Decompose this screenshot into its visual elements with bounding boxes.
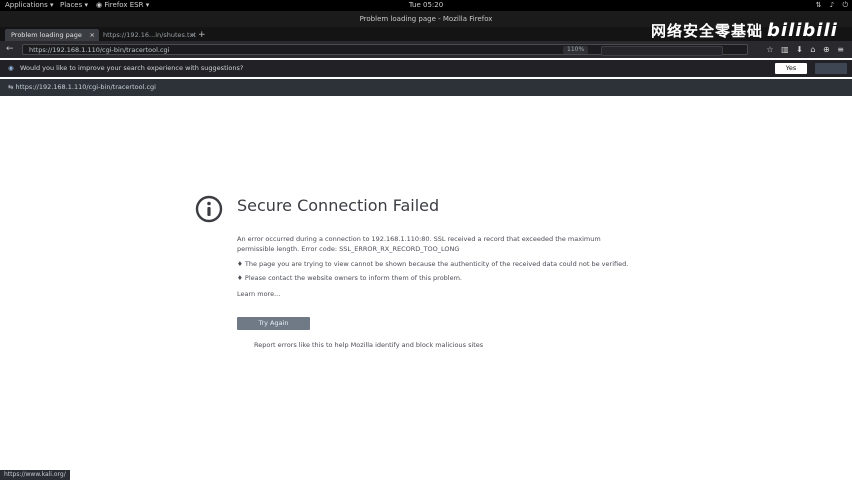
error-description: An error occurred during a connection to… xyxy=(237,235,601,253)
navigation-bar: ← https://192.168.1.110/cgi-bin/tracerto… xyxy=(0,41,852,58)
back-button[interactable]: ← xyxy=(6,41,14,58)
watermark-text: 网络安全零基础 xyxy=(651,22,764,40)
places-menu[interactable]: Places ▾ xyxy=(60,0,88,11)
download-icon[interactable]: ⬇ xyxy=(796,45,803,54)
tab-label: https://192.16...in/shutes.txt xyxy=(103,31,196,39)
search-suggestion-bar: ◉ Would you like to improve your search … xyxy=(0,60,852,77)
info-circle-icon xyxy=(195,195,223,223)
close-tab-icon[interactable]: × xyxy=(90,29,95,41)
tab-shutes[interactable]: https://192.16...in/shutes.txt × xyxy=(97,29,200,41)
watermark: 网络安全零基础 bilibili xyxy=(651,20,838,41)
error-bullet: ♦ Please contact the website owners to i… xyxy=(237,274,462,282)
system-tray[interactable]: ⇅ ♪ ⏻ xyxy=(810,0,848,11)
url-bar[interactable]: https://192.168.1.110/cgi-bin/tracertool… xyxy=(22,44,748,56)
suggestion-question: Would you like to improve your search ex… xyxy=(20,64,244,72)
extension-icon[interactable]: ⊕ xyxy=(823,45,830,54)
firefox-app-menu[interactable]: ◉ Firefox ESR ▾ xyxy=(96,0,149,11)
power-icon: ⏻ xyxy=(842,1,848,9)
toolbar-icons: ☆ ▥ ⬇ ⌂ ⊕ ≡ xyxy=(761,41,844,58)
volume-icon: ♪ xyxy=(829,1,835,9)
app-label: Firefox ESR xyxy=(104,1,144,9)
address-history-bar: ⇆ https://192.168.1.110/cgi-bin/tracerto… xyxy=(0,79,852,96)
top-panel: Tue 05:20 Applications ▾ Places ▾ ◉ Fire… xyxy=(0,0,852,11)
window-title: Problem loading page - Mozilla Firefox xyxy=(359,15,493,23)
bookmark-star-icon[interactable]: ☆ xyxy=(766,45,773,54)
bullet-text: The page you are trying to view cannot b… xyxy=(244,260,629,268)
history-url: https://192.168.1.110/cgi-bin/tracertool… xyxy=(15,83,156,91)
bullet-text: Please contact the website owners to inf… xyxy=(244,274,462,282)
learn-more-link[interactable]: Learn more... xyxy=(237,290,280,298)
zoom-indicator[interactable]: 110% xyxy=(563,46,589,54)
home-icon[interactable]: ⌂ xyxy=(810,45,815,54)
yes-button[interactable]: Yes xyxy=(775,63,807,74)
applications-label: Applications xyxy=(5,1,48,9)
info-icon: ◉ xyxy=(8,64,14,72)
error-bullet: ♦ The page you are trying to view cannot… xyxy=(237,260,629,268)
error-title: Secure Connection Failed xyxy=(237,196,440,215)
no-button[interactable] xyxy=(815,63,847,74)
history-entry[interactable]: ⇆ https://192.168.1.110/cgi-bin/tracerto… xyxy=(8,79,156,96)
tab-label: Problem loading page xyxy=(11,31,82,39)
url-text: https://192.168.1.110/cgi-bin/tracertool… xyxy=(29,46,170,54)
try-again-button[interactable]: Try Again xyxy=(237,317,310,330)
hamburger-menu-icon[interactable]: ≡ xyxy=(837,45,844,54)
report-errors-row: Report errors like this to help Mozilla … xyxy=(237,340,483,349)
search-field[interactable] xyxy=(601,46,723,56)
applications-menu[interactable]: Applications ▾ xyxy=(5,0,54,11)
new-tab-button[interactable]: + xyxy=(198,29,206,41)
close-tab-icon[interactable]: × xyxy=(191,29,196,41)
network-icon: ⇅ xyxy=(815,1,822,9)
report-text: Report errors like this to help Mozilla … xyxy=(254,341,484,349)
library-icon[interactable]: ▥ xyxy=(781,45,789,54)
report-checkbox[interactable] xyxy=(237,340,245,348)
tab-problem-loading[interactable]: Problem loading page × xyxy=(5,29,99,41)
status-bar: https://www.kali.org/ xyxy=(0,470,70,480)
bilibili-logo: bilibili xyxy=(767,20,838,41)
places-label: Places xyxy=(60,1,83,9)
